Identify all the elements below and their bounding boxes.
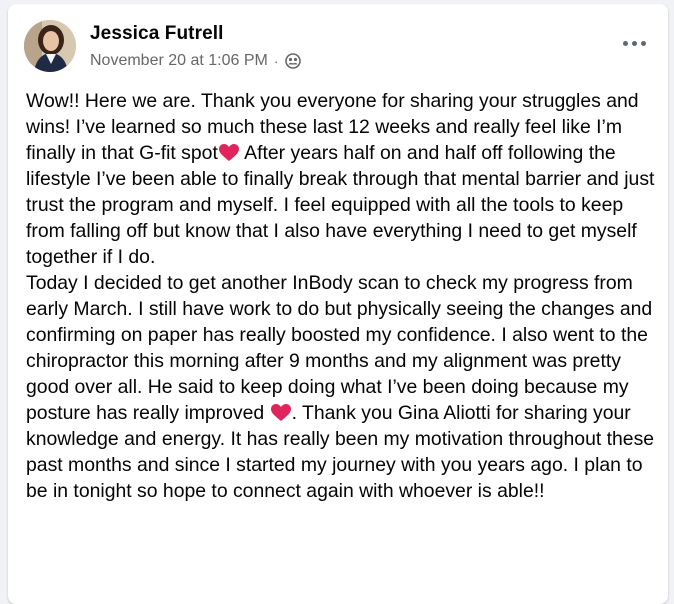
- post-card: Jessica Futrell November 20 at 1:06 PM ·…: [8, 4, 668, 604]
- red-heart-icon: [270, 404, 291, 421]
- post-meta: November 20 at 1:06 PM ·: [90, 52, 301, 70]
- post-header: Jessica Futrell November 20 at 1:06 PM ·: [24, 19, 652, 75]
- post-body: Wow!! Here we are. Thank you everyone fo…: [26, 88, 658, 504]
- author-name[interactable]: Jessica Futrell: [90, 23, 224, 45]
- avatar[interactable]: [24, 20, 76, 72]
- red-heart-icon: [218, 144, 239, 161]
- post-paragraph-2: Today I decided to get another InBody sc…: [26, 270, 658, 504]
- post-paragraph-1: Wow!! Here we are. Thank you everyone fo…: [26, 88, 658, 270]
- post-timestamp[interactable]: November 20 at 1:06 PM: [90, 52, 268, 70]
- avatar-photo-icon: [24, 20, 76, 72]
- more-options-icon[interactable]: [616, 31, 652, 55]
- group-audience-icon[interactable]: [284, 53, 301, 69]
- meta-separator: ·: [273, 53, 279, 69]
